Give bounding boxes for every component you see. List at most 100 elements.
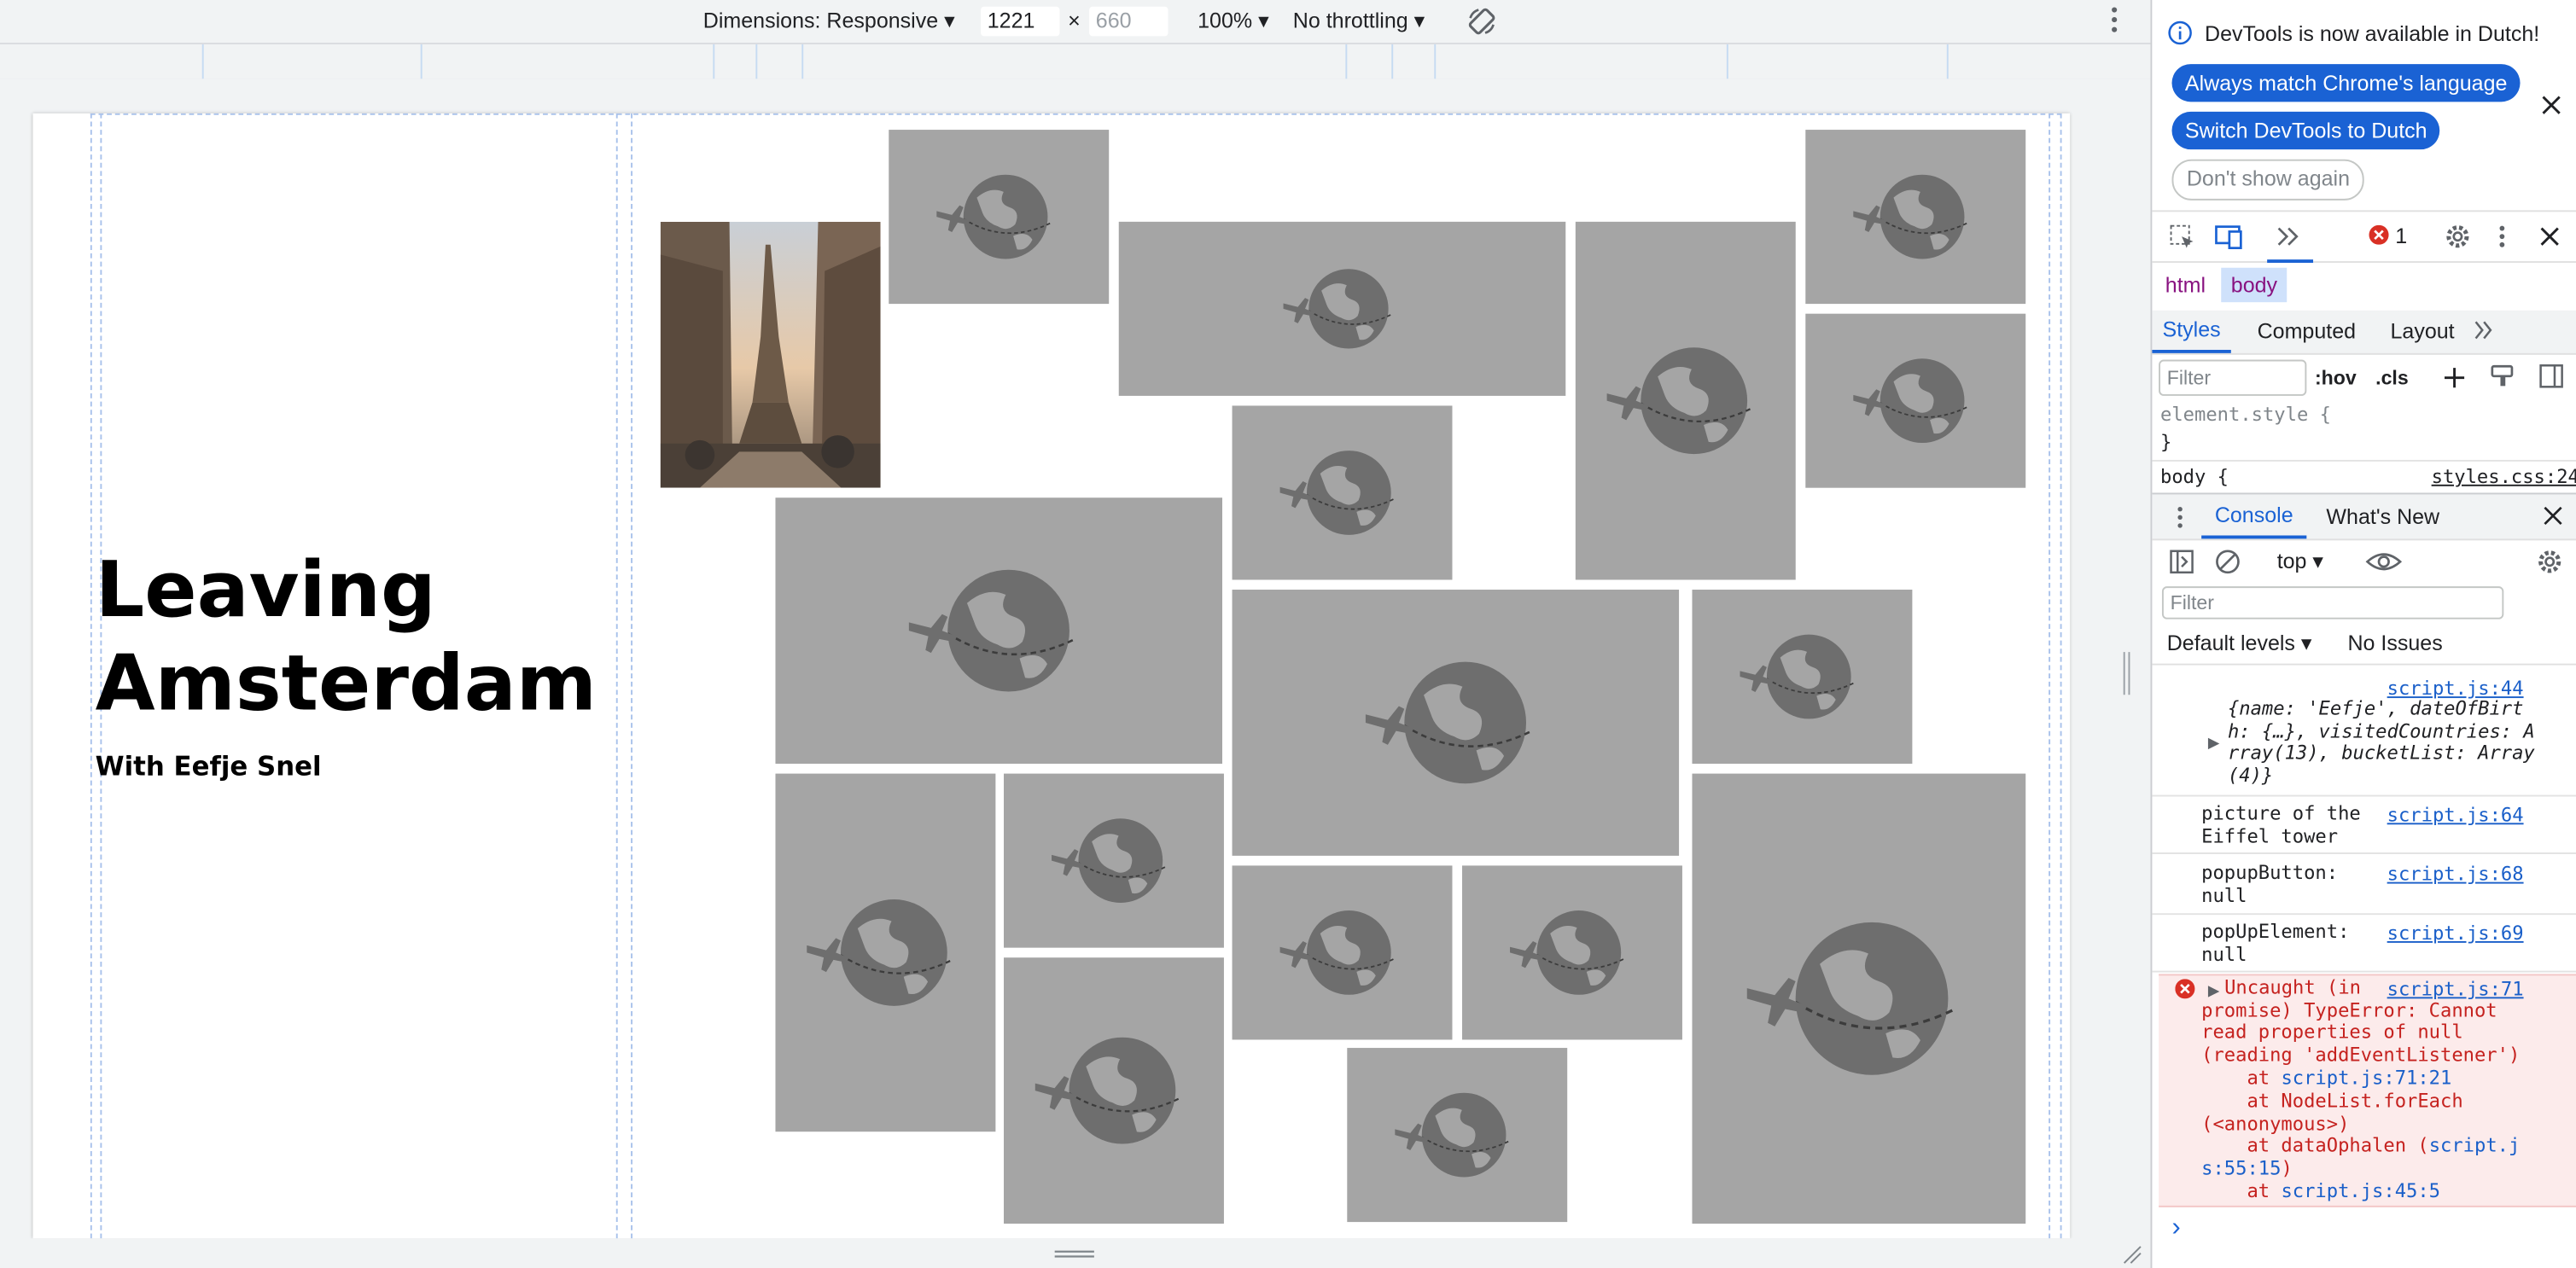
language-infobar: DevTools is now available in Dutch! Alwa…: [2152, 0, 2576, 211]
toggle-sidebar-icon[interactable]: [2538, 363, 2565, 394]
stack-frame: at script.js:45:5: [2201, 1179, 2441, 1203]
new-style-rule-icon[interactable]: [2441, 364, 2468, 396]
media-query-ruler: [0, 43, 2151, 81]
clear-console-icon[interactable]: [2215, 549, 2241, 580]
dimensions-dropdown[interactable]: Dimensions: Responsive ▾: [703, 9, 955, 35]
tab-console[interactable]: Console: [2201, 494, 2307, 539]
placeholder-image: [889, 130, 1110, 305]
cls-toggle[interactable]: .cls: [2375, 366, 2409, 389]
infobar-message: DevTools is now available in Dutch!: [2205, 21, 2540, 46]
stack-link[interactable]: script.js:45:5: [2281, 1179, 2440, 1202]
globe-plane-icon: [936, 174, 1052, 259]
console-log-message: picture of the Eiffel tower: [2201, 801, 2361, 847]
drawer-menu-icon[interactable]: [2175, 504, 2185, 536]
context-label: top: [2276, 548, 2307, 573]
globe-plane-icon: [1510, 910, 1626, 995]
console-toolbar: top ▾: [2152, 538, 2576, 583]
styles-filter-input[interactable]: Filter: [2159, 359, 2307, 396]
styles-toolbar: Filter :hov .cls: [2152, 355, 2576, 401]
placeholder-image: [1004, 773, 1224, 948]
close-drawer-icon[interactable]: [2543, 506, 2562, 531]
console-object-log[interactable]: {name: 'Eefje', dateOfBirt h: {…}, visit…: [2228, 696, 2576, 788]
placeholder-image: [775, 497, 1223, 765]
tab-computed[interactable]: Computed: [2258, 318, 2356, 343]
console-log-message: popupButton: null: [2201, 860, 2339, 906]
styles-tabbar: Styles Computed Layout: [2152, 310, 2576, 355]
stack-link[interactable]: script.js:71:21: [2281, 1066, 2451, 1089]
globe-plane-icon: [1746, 922, 1955, 1075]
tab-styles[interactable]: Styles: [2152, 311, 2231, 353]
stack-frame: at script.js:71:21: [2201, 1066, 2452, 1090]
error-message: Uncaught (in promise) TypeError: Cannot …: [2201, 975, 2521, 1066]
tab-layout[interactable]: Layout: [2390, 318, 2454, 343]
body-rule-selector: body {: [2160, 464, 2229, 488]
body-rule-source-link[interactable]: styles.css:24: [2432, 465, 2576, 488]
element-style-selector: element.style {: [2160, 402, 2331, 426]
globe-plane-icon: [1283, 269, 1393, 349]
placeholder-image: [1232, 865, 1453, 1040]
globe-plane-icon: [1395, 1092, 1511, 1178]
placeholder-image: [1575, 221, 1796, 580]
settings-gear-icon[interactable]: [2443, 222, 2473, 256]
height-input[interactable]: 660: [1089, 6, 1169, 37]
placeholder-image: [775, 773, 996, 1132]
console-sidebar-icon[interactable]: [2169, 549, 2195, 580]
info-icon: [2167, 20, 2194, 51]
placeholder-image: [1692, 590, 1913, 765]
rotate-icon[interactable]: [1466, 5, 1498, 44]
zoom-label: 100%: [1198, 8, 1253, 33]
breadcrumb-html[interactable]: html: [2159, 268, 2212, 302]
log-levels-dropdown[interactable]: Default levels ▾: [2167, 631, 2312, 657]
dont-show-again-button[interactable]: Don't show again: [2171, 159, 2365, 201]
throttling-label: No throttling: [1292, 8, 1408, 33]
element-style-close: }: [2160, 430, 2172, 454]
close-devtools-icon[interactable]: [2538, 225, 2561, 253]
context-selector[interactable]: top ▾: [2277, 549, 2323, 575]
placeholder-image: [1805, 313, 2026, 488]
expand-triangle-icon[interactable]: ▶: [2208, 734, 2219, 752]
placeholder-image: [1118, 221, 1566, 396]
close-icon[interactable]: [2540, 94, 2563, 122]
resize-handle[interactable]: [2123, 649, 2133, 698]
globe-plane-icon: [1740, 634, 1856, 719]
live-expression-eye-icon[interactable]: [2365, 549, 2403, 580]
breadcrumb-body[interactable]: body: [2221, 267, 2288, 303]
placeholder-image: [1692, 773, 2026, 1224]
page-subtitle: With Eefje Snel: [95, 750, 322, 782]
more-style-tabs-icon[interactable]: [2473, 318, 2496, 346]
switch-to-dutch-button[interactable]: Switch DevTools to Dutch: [2171, 111, 2441, 150]
dimensions-label: Dimensions: Responsive: [702, 8, 939, 33]
console-filter-input[interactable]: Filter: [2161, 586, 2504, 619]
zoom-dropdown[interactable]: 100% ▾: [1198, 9, 1269, 35]
always-match-language-button[interactable]: Always match Chrome's language: [2171, 64, 2521, 102]
more-tabs-icon[interactable]: [2267, 220, 2314, 263]
inspect-element-icon[interactable]: [2169, 224, 2195, 255]
eiffel-tower-photo: [660, 221, 881, 488]
console-prompt[interactable]: ›: [2172, 1213, 2181, 1243]
console-log-message: popUpElement: null: [2201, 919, 2350, 966]
console-levels-row: Default levels ▾ No Issues: [2152, 624, 2576, 666]
width-input[interactable]: 1221: [981, 6, 1060, 37]
tab-whats-new[interactable]: What's New: [2326, 504, 2439, 529]
throttling-dropdown[interactable]: No throttling ▾: [1293, 9, 1425, 35]
page-title: Leaving Amsterdam: [95, 545, 597, 730]
placeholder-image: [1004, 957, 1224, 1224]
globe-plane-icon: [1606, 347, 1753, 455]
placeholder-image: [1462, 865, 1682, 1040]
paint-brush-icon[interactable]: [2489, 363, 2515, 394]
times-sign: ×: [1068, 8, 1081, 33]
globe-plane-icon: [1365, 661, 1533, 784]
globe-plane-icon: [1853, 358, 1969, 444]
issues-counter[interactable]: No Issues: [2347, 631, 2442, 655]
placeholder-image: [1232, 405, 1453, 580]
device-toolbar-icon[interactable]: [2215, 224, 2245, 255]
globe-plane-icon: [1853, 174, 1969, 259]
more-vertical-icon[interactable]: [2103, 3, 2126, 43]
dom-breadcrumb: html body: [2152, 265, 2576, 307]
console-settings-gear-icon[interactable]: [2535, 547, 2565, 581]
hov-toggle[interactable]: :hov: [2315, 366, 2357, 389]
error-count: 1: [2395, 223, 2408, 248]
error-icon[interactable]: [2369, 224, 2389, 250]
customize-menu-icon[interactable]: [2494, 222, 2510, 256]
bottom-resize-bar[interactable]: [0, 1238, 2151, 1268]
